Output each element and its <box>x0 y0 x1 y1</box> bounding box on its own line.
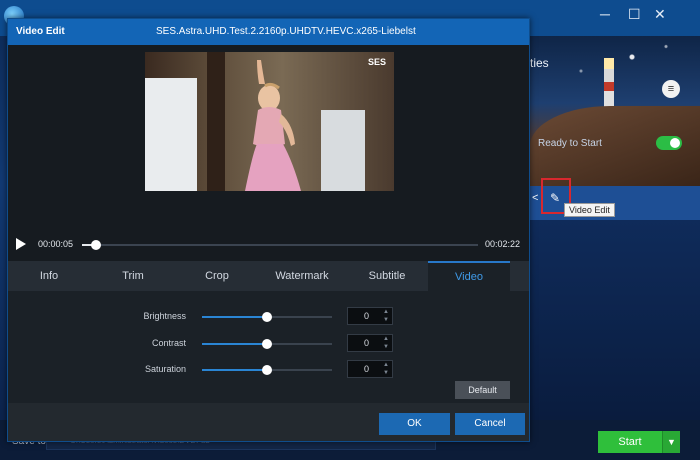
tab-info[interactable]: Info <box>8 261 90 291</box>
tab-subtitle[interactable]: Subtitle <box>346 261 428 291</box>
background-water-decoration <box>530 220 700 420</box>
channel-logo: SES <box>367 57 386 67</box>
player-controls: 00:00:05 00:02:22 <box>8 231 529 257</box>
saturation-fill <box>202 369 267 371</box>
spin-up-icon[interactable]: ▲ <box>383 309 389 315</box>
contrast-fill <box>202 343 267 345</box>
video-preview-area: SES 00:00:05 00:02:22 <box>8 45 529 261</box>
saturation-spinbox[interactable]: 0 ▲ ▼ <box>347 360 393 378</box>
chevron-down-icon: ▼ <box>667 437 676 447</box>
video-adjustment-panel: Brightness 0 ▲ ▼ Contrast 0 ▲ ▼ Saturati… <box>8 291 529 403</box>
contrast-label: Contrast <box>151 338 186 348</box>
brightness-label: Brightness <box>143 311 186 321</box>
spin-down-icon[interactable]: ▼ <box>383 317 389 323</box>
play-icon[interactable] <box>16 238 26 250</box>
saturation-value: 0 <box>364 364 370 374</box>
properties-label: ties <box>530 56 549 70</box>
window-light-decoration <box>145 78 197 191</box>
current-time: 00:00:05 <box>38 239 74 249</box>
pillar-decoration <box>207 52 225 191</box>
video-edit-dialog: Video Edit SES.Astra.UHD.Test.2.2160p.UH… <box>7 18 530 442</box>
start-button[interactable]: Start <box>598 431 662 453</box>
file-name-title: SES.Astra.UHD.Test.2.2160p.UHDTV.HEVC.x2… <box>156 26 416 37</box>
row-arrow-icon[interactable]: < <box>532 192 538 204</box>
total-time: 00:02:22 <box>485 239 521 249</box>
tab-watermark[interactable]: Watermark <box>258 261 346 291</box>
brightness-spinbox[interactable]: 0 ▲ ▼ <box>347 307 393 325</box>
ready-status-label: Ready to Start <box>538 138 602 149</box>
spin-down-icon[interactable]: ▼ <box>383 344 389 350</box>
contrast-spinbox[interactable]: 0 ▲ ▼ <box>347 334 393 352</box>
default-button[interactable]: Default <box>455 381 510 399</box>
tab-trim[interactable]: Trim <box>90 261 176 291</box>
contrast-slider-handle[interactable] <box>262 339 272 349</box>
background-scene-image <box>530 36 700 186</box>
brightness-value: 0 <box>364 311 370 321</box>
dialog-title: Video Edit <box>16 26 65 37</box>
video-edit-tooltip: Video Edit <box>564 203 615 217</box>
cancel-button[interactable]: Cancel <box>455 413 525 435</box>
menu-icon[interactable]: ≡ <box>662 80 680 98</box>
spin-up-icon[interactable]: ▲ <box>383 336 389 342</box>
brightness-fill <box>202 316 267 318</box>
start-dropdown-button[interactable]: ▼ <box>662 431 680 453</box>
ready-toggle[interactable] <box>656 136 682 150</box>
spin-down-icon[interactable]: ▼ <box>383 370 389 376</box>
maximize-icon[interactable]: ☐ <box>628 6 641 23</box>
tab-video[interactable]: Video <box>428 261 510 291</box>
seek-track[interactable] <box>82 244 478 246</box>
window-light-decoration <box>321 110 365 191</box>
dialog-title-bar[interactable]: Video Edit SES.Astra.UHD.Test.2.2160p.UH… <box>8 19 529 45</box>
seek-handle[interactable] <box>90 240 101 250</box>
saturation-slider-handle[interactable] <box>262 365 272 375</box>
dancer-figure <box>245 60 301 191</box>
contrast-value: 0 <box>364 338 370 348</box>
brightness-slider-handle[interactable] <box>262 312 272 322</box>
edit-tabs: Info Trim Crop Watermark Subtitle Video <box>8 261 529 291</box>
pen-icon: ✎ <box>550 191 561 205</box>
saturation-label: Saturation <box>144 364 186 374</box>
video-preview-frame[interactable]: SES <box>145 52 394 191</box>
app-close-icon[interactable]: ✕ <box>654 6 666 23</box>
dialog-footer: OK Cancel <box>8 403 529 441</box>
minimize-icon[interactable]: ─ <box>600 6 610 22</box>
ok-button[interactable]: OK <box>379 413 450 435</box>
spin-up-icon[interactable]: ▲ <box>383 362 389 368</box>
tab-crop[interactable]: Crop <box>176 261 258 291</box>
